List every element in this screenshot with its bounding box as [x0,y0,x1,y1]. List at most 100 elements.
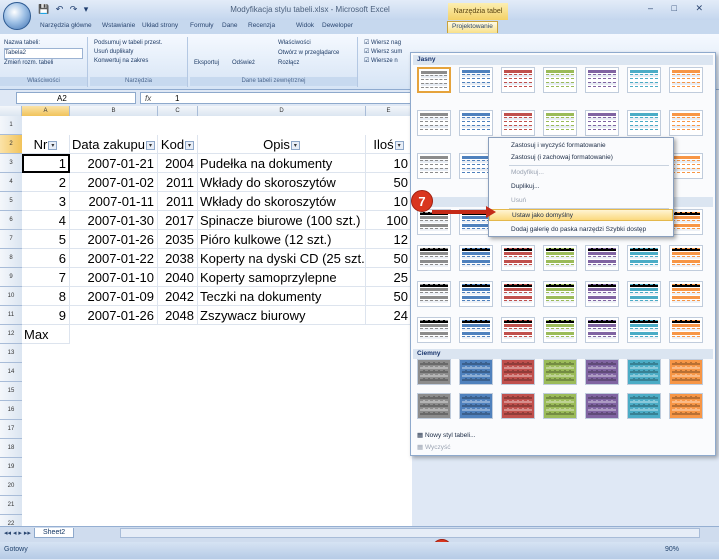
table-cell-nr[interactable]: 7 [22,268,70,287]
tab-insert[interactable]: Wstawianie [102,22,135,29]
menu-apply-keep[interactable]: Zastosuj (i zachowaj formatowanie) [489,152,673,164]
new-table-style-item[interactable]: ▦ Nowy styl tabeli... [417,431,476,439]
table-style-swatch[interactable] [543,359,577,385]
table-cell-code[interactable]: 2035 [158,230,198,249]
tab-review[interactable]: Recenzja [248,22,275,29]
table-cell-code[interactable]: 2042 [158,287,198,306]
table-cell-date[interactable]: 2007-01-02 [70,173,158,192]
refresh-button[interactable]: Odśwież [232,59,255,68]
total-row-checkbox[interactable]: ☑ Wiersz sum [364,48,406,57]
table-cell-date[interactable]: 2007-01-21 [70,154,158,173]
column-header-a[interactable]: A [22,106,70,116]
table-header-code[interactable]: Kod ▾ [158,135,198,154]
clear-style-item[interactable]: ▦ Wyczyść [417,443,451,451]
table-style-swatch[interactable] [669,317,703,343]
row-header[interactable]: 7 [0,230,22,249]
table-style-swatch[interactable] [669,245,703,271]
worksheet-grid[interactable]: A B C D E 1 2 3 4 5 6 7 8 9 10 11 12 13 14 15 16 17 18 19 2… [0,106,412,526]
table-style-swatch[interactable] [417,393,451,419]
table-style-swatch[interactable] [627,359,661,385]
row-header[interactable]: 9 [0,268,22,287]
fx-icon[interactable]: fx [145,93,151,104]
sheet-tab-sheet2[interactable]: Sheet2 [34,528,75,538]
table-style-swatch[interactable] [627,393,661,419]
table-header-date[interactable]: Data zakupu ▾ [70,135,158,154]
banded-rows-checkbox[interactable]: ☑ Wiersze n [364,57,406,66]
menu-modify[interactable]: Modyfikuj... [489,167,673,179]
tab-page-layout[interactable]: Układ strony [142,22,178,29]
table-style-swatch[interactable] [669,281,703,307]
max-label-cell[interactable]: Max [22,325,70,344]
table-cell-qty[interactable]: 50 [366,173,412,192]
table-style-swatch[interactable] [417,153,451,179]
row-header[interactable]: 20 [0,477,22,496]
open-in-browser-button[interactable]: Otwórz w przeglądarce [278,49,339,58]
table-cell-desc[interactable]: Zszywacz biurowy [198,306,366,325]
table-cell-desc[interactable]: Koperty na dyski CD (25 szt.) [198,249,366,268]
row-header[interactable]: 19 [0,458,22,477]
tab-data[interactable]: Dane [222,22,238,29]
table-cell-code[interactable]: 2038 [158,249,198,268]
table-style-swatch[interactable] [459,110,493,136]
row-header[interactable]: 2 [0,135,22,154]
table-style-swatch[interactable] [669,393,703,419]
quick-access-toolbar[interactable]: 💾 ↶ ↷ ▾ [38,4,90,15]
table-cell-qty[interactable]: 12 [366,230,412,249]
table-style-swatch[interactable] [669,110,703,136]
table-cell-nr[interactable]: 1 [22,154,70,173]
zoom-level[interactable]: 90% [665,546,679,553]
ext-properties-button[interactable]: Właściwości [278,39,311,48]
table-cell-date[interactable]: 2007-01-30 [70,211,158,230]
table-cell-date[interactable]: 2007-01-26 [70,306,158,325]
table-style-swatch[interactable] [459,317,493,343]
filter-dropdown-icon[interactable]: ▾ [48,141,58,151]
row-header[interactable]: 11 [0,306,22,325]
table-cell-desc[interactable]: Teczki na dokumenty [198,287,366,306]
table-header-qty[interactable]: Iloś ▾ [366,135,412,154]
table-style-swatch[interactable] [585,67,619,93]
table-style-gallery[interactable]: Jasny mi Ciemny ▦ Nowy styl tabeli... ▦ … [410,52,716,456]
tab-formulas[interactable]: Formuły [190,22,213,29]
row-header[interactable]: 18 [0,439,22,458]
table-cell-code[interactable]: 2048 [158,306,198,325]
row-header[interactable]: 6 [0,211,22,230]
table-cell-date[interactable]: 2007-01-26 [70,230,158,249]
table-cell-qty[interactable]: 25 [366,268,412,287]
table-cell-qty[interactable]: 24 [366,306,412,325]
table-style-swatch[interactable] [627,317,661,343]
name-box[interactable]: A2 [16,92,136,104]
row-header[interactable]: 14 [0,363,22,382]
table-cell-desc[interactable]: Wkłady do skoroszytów [198,192,366,211]
table-style-swatch[interactable] [501,245,535,271]
table-cell-nr[interactable]: 4 [22,211,70,230]
table-cell-date[interactable]: 2007-01-22 [70,249,158,268]
table-style-swatch[interactable] [627,281,661,307]
table-style-swatch[interactable] [543,281,577,307]
table-style-swatch[interactable] [501,393,535,419]
table-style-swatch[interactable] [627,67,661,93]
table-style-swatch[interactable] [627,110,661,136]
row-header[interactable]: 4 [0,173,22,192]
table-style-swatch[interactable] [459,393,493,419]
table-style-swatch[interactable] [417,67,451,93]
filter-dropdown-icon[interactable]: ▾ [290,141,300,151]
table-style-swatch[interactable] [501,281,535,307]
column-header-b[interactable]: B [70,106,158,116]
row-header[interactable]: 1 [0,116,22,135]
table-style-swatch[interactable] [585,110,619,136]
table-style-swatch[interactable] [585,317,619,343]
menu-delete[interactable]: Usuń [489,195,673,207]
table-cell-qty[interactable]: 50 [366,249,412,268]
table-style-swatch[interactable] [669,67,703,93]
table-cell-desc[interactable]: Wkłady do skoroszytów [198,173,366,192]
table-style-swatch[interactable] [543,110,577,136]
table-style-swatch[interactable] [459,245,493,271]
row-header[interactable]: 13 [0,344,22,363]
row-header[interactable]: 10 [0,287,22,306]
table-style-swatch[interactable] [585,245,619,271]
table-style-swatch[interactable] [459,359,493,385]
table-style-swatch[interactable] [543,393,577,419]
office-button[interactable] [3,2,31,30]
table-style-swatch[interactable] [669,359,703,385]
table-style-swatch[interactable] [501,67,535,93]
